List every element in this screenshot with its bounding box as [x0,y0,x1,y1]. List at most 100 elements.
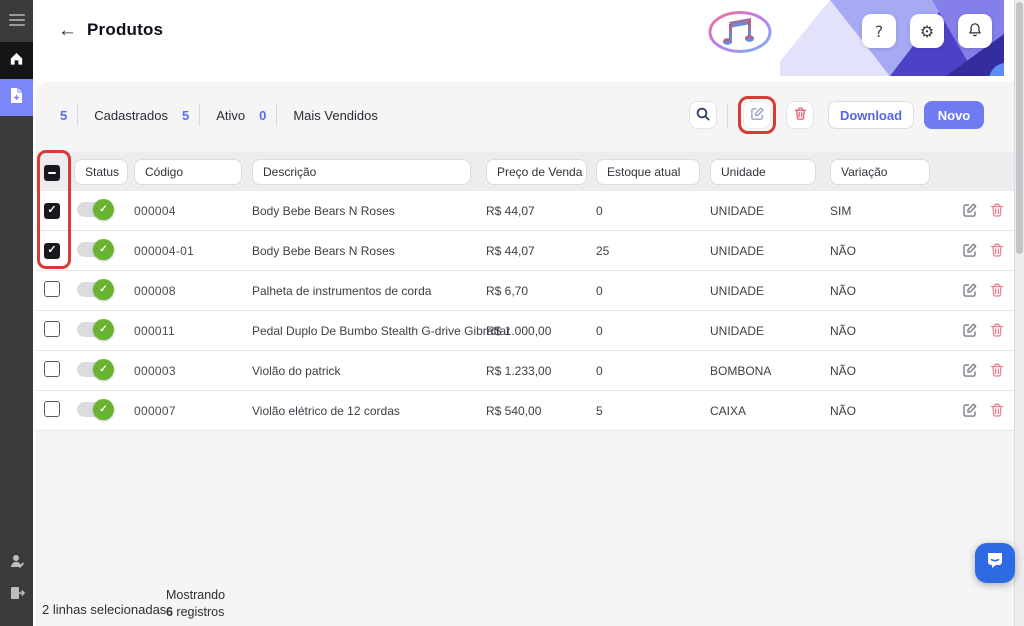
row-checkbox[interactable] [44,401,60,417]
row-edit-icon[interactable] [962,242,979,259]
cell-descricao: Body Bebe Bears N Roses [252,204,486,218]
filter-bar: 5 Cadastrados 5 Ativo 0 Mais Vendidos [36,82,1014,148]
row-edit-icon[interactable] [962,202,979,219]
divider [276,104,277,126]
check-icon [93,319,114,340]
tab-ativo[interactable]: Ativo [216,108,245,123]
header: ← Produtos ? ⚙︎ [33,0,1014,76]
table-row: 000004-01 Body Bebe Bears N Roses R$ 44,… [36,231,1014,271]
status-toggle[interactable] [77,322,111,337]
cell-variacao: NÃO [830,324,934,338]
cell-variacao: NÃO [830,364,934,378]
tab-mais-vendidos[interactable]: Mais Vendidos [293,108,378,123]
bulk-delete-button[interactable] [786,101,814,129]
cell-estoque: 25 [596,244,710,258]
page-title: Produtos [87,20,163,40]
gear-icon: ⚙︎ [920,22,934,41]
ativo-count: 0 [259,108,266,123]
row-delete-icon[interactable] [989,282,1006,299]
tab-cadastrados[interactable]: Cadastrados [94,108,168,123]
cell-codigo: 000007 [134,404,252,418]
sidebar-item-home[interactable] [0,42,33,79]
column-header-estoque[interactable]: Estoque atual [596,159,700,185]
cell-unidade: CAIXA [710,404,830,418]
bulk-edit-button[interactable] [743,101,771,129]
menu-icon[interactable] [0,14,33,26]
novo-button[interactable]: Novo [924,101,984,129]
sidebar-item-logout[interactable] [0,582,33,608]
home-icon [8,50,25,72]
sidebar-item-account[interactable] [0,550,33,576]
showing-count: 6 [166,605,173,619]
table-header-row: Status Código Descrição Preço de Venda E… [36,152,1014,191]
cell-estoque: 0 [596,364,710,378]
row-checkbox[interactable] [44,361,60,377]
sidebar-item-products[interactable] [0,79,33,116]
row-checkbox[interactable] [44,203,60,219]
chat-launcher-button[interactable] [975,543,1015,583]
download-button[interactable]: Download [828,101,914,129]
cell-estoque: 5 [596,404,710,418]
divider [77,104,78,126]
showing-label: Mostrando [166,588,225,602]
status-toggle[interactable] [77,282,111,297]
back-icon[interactable]: ← [58,21,77,40]
status-toggle[interactable] [77,402,111,417]
cell-codigo: 000008 [134,284,252,298]
content-card: 5 Cadastrados 5 Ativo 0 Mais Vendidos [36,82,1014,626]
table-row: 000011 Pedal Duplo De Bumbo Stealth G-dr… [36,311,1014,351]
scrollbar-thumb[interactable] [1016,2,1023,254]
row-edit-icon[interactable] [962,282,979,299]
cell-estoque: 0 [596,204,710,218]
cell-unidade: UNIDADE [710,324,830,338]
check-icon [93,279,114,300]
row-checkbox[interactable] [44,281,60,297]
status-toggle[interactable] [77,362,111,377]
row-edit-icon[interactable] [962,402,979,419]
check-icon [93,199,114,220]
chat-bubble-icon [984,550,1006,577]
row-delete-icon[interactable] [989,402,1006,419]
cell-descricao: Pedal Duplo De Bumbo Stealth G-drive Gib… [252,324,486,338]
row-checkbox[interactable] [44,243,60,259]
cell-preco: R$ 44,07 [486,244,596,258]
status-toggle[interactable] [77,242,111,257]
showing-suffix: registros [173,605,224,619]
row-checkbox[interactable] [44,321,60,337]
row-delete-icon[interactable] [989,242,1006,259]
row-delete-icon[interactable] [989,362,1006,379]
total-count: 5 [60,108,67,123]
select-all-checkbox[interactable] [44,165,60,181]
cell-codigo: 000003 [134,364,252,378]
row-delete-icon[interactable] [989,202,1006,219]
column-header-variacao[interactable]: Variação [830,159,930,185]
products-file-icon [9,87,24,109]
notifications-button[interactable] [958,14,992,48]
column-header-preco[interactable]: Preço de Venda [486,159,587,185]
selected-rows-label: 2 linhas selecionadas [42,602,166,617]
status-toggle[interactable] [77,202,111,217]
cell-descricao: Body Bebe Bears N Roses [252,244,486,258]
scrollbar[interactable] [1014,0,1024,626]
row-edit-icon[interactable] [962,362,979,379]
row-delete-icon[interactable] [989,322,1006,339]
divider [727,103,728,127]
user-check-icon [8,552,26,575]
column-header-unidade[interactable]: Unidade [710,159,816,185]
bell-icon [967,21,983,42]
cell-estoque: 0 [596,324,710,338]
column-header-status[interactable]: Status [74,159,128,185]
cell-codigo: 000004-01 [134,244,252,258]
column-header-codigo[interactable]: Código [134,159,242,185]
settings-button[interactable]: ⚙︎ [910,14,944,48]
annotation-highlight-edit-button [738,96,776,134]
brand-logo-music-icon [701,7,779,57]
row-edit-icon[interactable] [962,322,979,339]
check-icon [93,359,114,380]
column-header-descricao[interactable]: Descrição [252,159,471,185]
table-row: 000008 Palheta de instrumentos de corda … [36,271,1014,311]
help-button[interactable]: ? [862,14,896,48]
table-row: 000007 Violão elétrico de 12 cordas R$ 5… [36,391,1014,431]
cell-preco: R$ 1.233,00 [486,364,596,378]
search-button[interactable] [689,101,717,129]
